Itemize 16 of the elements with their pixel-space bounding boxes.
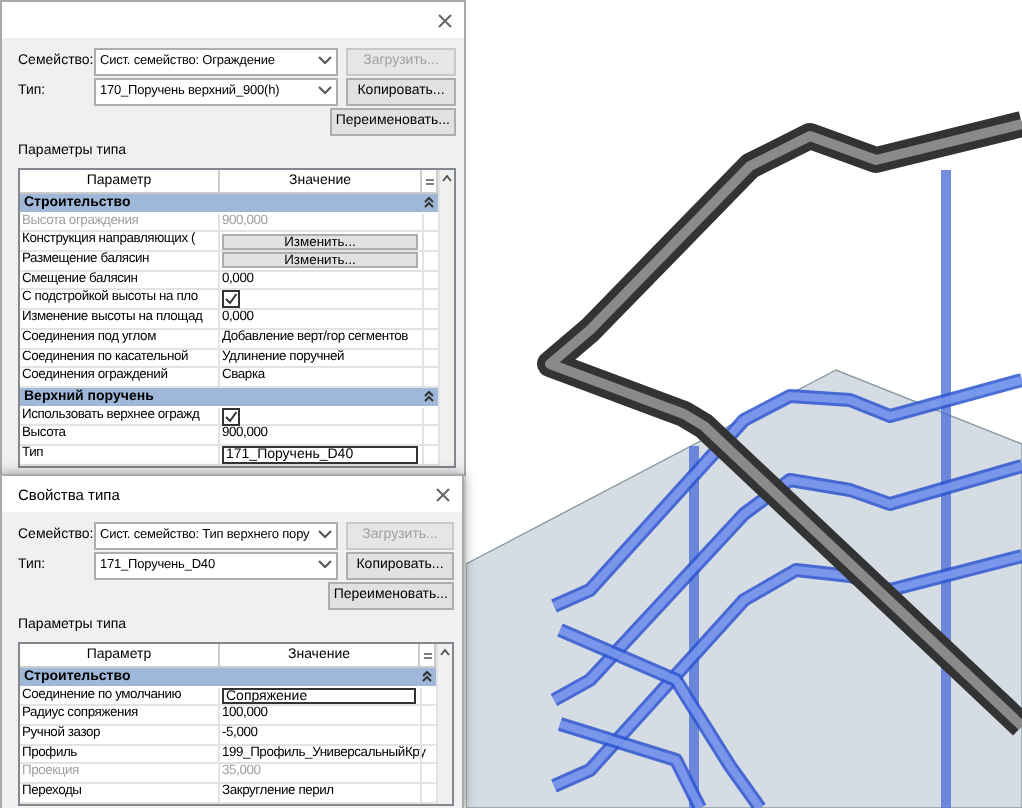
sort-icon[interactable] xyxy=(425,177,433,185)
collapse-icon xyxy=(424,196,434,209)
sort-icon[interactable] xyxy=(423,651,431,659)
chevron-down-icon xyxy=(318,86,332,96)
collapse-icon xyxy=(422,670,432,683)
checkbox[interactable] xyxy=(222,290,240,309)
close-icon[interactable] xyxy=(438,13,452,27)
chevron-down-icon xyxy=(318,56,332,66)
scroll-up-icon[interactable] xyxy=(440,648,450,656)
chevron-down-icon xyxy=(318,560,332,570)
close-icon[interactable] xyxy=(436,487,450,501)
scrollbar[interactable] xyxy=(436,644,452,804)
scroll-up-icon[interactable] xyxy=(442,174,452,182)
chevron-down-icon xyxy=(318,530,332,540)
collapse-icon xyxy=(424,390,434,403)
scrollbar[interactable] xyxy=(438,170,454,466)
